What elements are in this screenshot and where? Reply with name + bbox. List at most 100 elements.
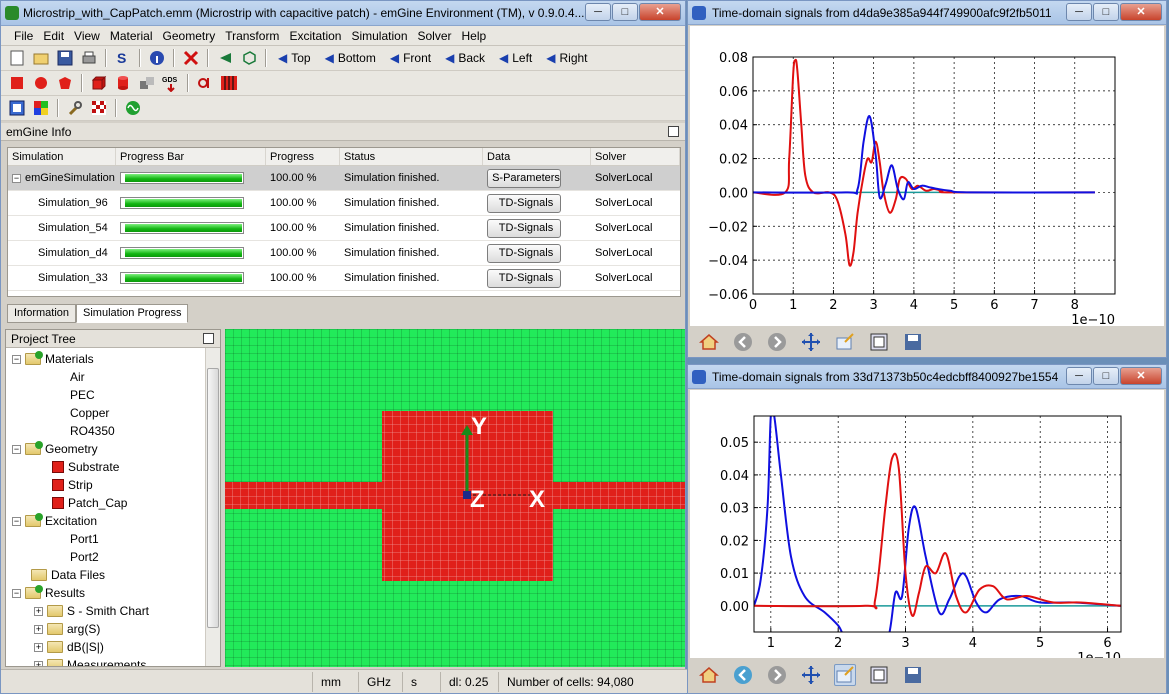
td-signals-button[interactable]: TD-Signals (487, 243, 561, 263)
wrench-icon[interactable] (65, 98, 85, 118)
table-row[interactable]: − emGineSimulation 100.00 % Simulation fini… (8, 166, 680, 191)
menu-material[interactable]: Material (105, 29, 158, 43)
expand-icon[interactable]: + (34, 660, 43, 666)
tree-measurements[interactable]: + Measurements (34, 656, 146, 666)
tree-port1[interactable]: Port1 (70, 530, 99, 548)
tree-db-s[interactable]: + dB(|S|) (34, 638, 104, 656)
menu-file[interactable]: File (9, 29, 38, 43)
view-bottom-button[interactable]: ◀ Bottom (320, 51, 381, 65)
view-top-button[interactable]: ◀ Top (273, 51, 316, 65)
simulation-name-cell[interactable]: Simulation_96 (8, 197, 116, 209)
forward-icon[interactable] (766, 664, 788, 686)
menu-transform[interactable]: Transform (220, 29, 284, 43)
tree-geometry[interactable]: − Geometry (12, 440, 98, 458)
save-icon[interactable] (55, 48, 75, 68)
td-signals-button[interactable]: TD-Signals (487, 218, 561, 238)
col-status[interactable]: Status (340, 148, 483, 165)
gds-import-icon[interactable]: GDS (161, 73, 181, 93)
table-row[interactable]: Simulation_33 100.00 % Simulation finished… (8, 266, 680, 291)
panel-float-button[interactable] (203, 333, 214, 344)
maximize-button[interactable]: □ (1093, 3, 1119, 21)
home-icon[interactable] (698, 331, 720, 353)
expand-icon[interactable]: + (34, 606, 43, 616)
collapse-icon[interactable]: − (12, 174, 21, 183)
delete-icon[interactable] (181, 48, 201, 68)
port-icon[interactable] (195, 73, 215, 93)
s-parameters-button[interactable]: S-Parameters (487, 168, 561, 188)
tree-smith-chart[interactable]: + S - Smith Chart (34, 602, 149, 620)
menu-view[interactable]: View (69, 29, 105, 43)
forward-icon[interactable] (766, 331, 788, 353)
plot-window-2-titlebar[interactable]: Time-domain signals from 33d71373b50c4ed… (688, 365, 1166, 389)
boolean-icon[interactable] (137, 73, 157, 93)
col-solver[interactable]: Solver (591, 148, 680, 165)
plot-1-figure[interactable]: 0 1 2 3 4 5 6 7 8 −0.06 −0.04 −0.02 0.00 0.02 0.04 0.06… (690, 26, 1164, 328)
signal-icon[interactable] (123, 98, 143, 118)
tree-copper[interactable]: Copper (70, 404, 109, 422)
info-icon[interactable] (147, 48, 167, 68)
scrollbar-thumb[interactable] (207, 368, 219, 628)
minimize-button[interactable]: ─ (1066, 367, 1092, 385)
close-button[interactable]: ✕ (1120, 3, 1162, 21)
simulation-name-cell[interactable]: Simulation_d4 (8, 247, 116, 259)
menu-edit[interactable]: Edit (38, 29, 69, 43)
tree-strip[interactable]: Strip (52, 476, 93, 494)
script-icon[interactable]: S (113, 48, 133, 68)
close-button[interactable]: ✕ (639, 3, 681, 21)
collapse-icon[interactable]: − (12, 516, 21, 526)
expand-icon[interactable]: + (34, 642, 43, 652)
tree-air[interactable]: Air (70, 368, 85, 386)
simulation-name-cell[interactable]: Simulation_33 (8, 272, 116, 284)
panel-float-button[interactable] (668, 126, 679, 137)
col-data[interactable]: Data (483, 148, 591, 165)
col-progress-bar[interactable]: Progress Bar (116, 148, 266, 165)
maximize-button[interactable]: □ (612, 3, 638, 21)
minimize-button[interactable]: ─ (585, 3, 611, 21)
col-simulation[interactable]: Simulation (8, 148, 116, 165)
back-icon[interactable] (732, 664, 754, 686)
save-figure-icon[interactable] (902, 331, 924, 353)
close-button[interactable]: ✕ (1120, 367, 1162, 385)
menu-solver[interactable]: Solver (413, 29, 457, 43)
menu-geometry[interactable]: Geometry (158, 29, 221, 43)
td-signals-button[interactable]: TD-Signals (487, 268, 561, 288)
home-icon[interactable] (698, 664, 720, 686)
tree-substrate[interactable]: Substrate (52, 458, 119, 476)
table-row[interactable]: Simulation_d4 100.00 % Simulation finished… (8, 241, 680, 266)
pan-icon[interactable] (800, 664, 822, 686)
pan-icon[interactable] (800, 331, 822, 353)
table-row[interactable]: Simulation_54 100.00 % Simulation finished… (8, 216, 680, 241)
menu-simulation[interactable]: Simulation (346, 29, 412, 43)
subplots-icon[interactable] (868, 331, 890, 353)
save-figure-icon[interactable] (902, 664, 924, 686)
tab-simulation-progress[interactable]: Simulation Progress (76, 304, 189, 323)
cylinder-icon[interactable] (113, 73, 133, 93)
checker-icon[interactable] (89, 98, 109, 118)
view-front-button[interactable]: ◀ Front (385, 51, 436, 65)
rectangle-icon[interactable] (7, 73, 27, 93)
zoom-rect-icon[interactable] (834, 664, 856, 686)
tree-data-files[interactable]: Data Files (31, 566, 105, 584)
tree-patch-cap[interactable]: Patch_Cap (52, 494, 127, 512)
menu-excitation[interactable]: Excitation (284, 29, 346, 43)
tree-ro4350[interactable]: RO4350 (70, 422, 115, 440)
minimize-button[interactable]: ─ (1066, 3, 1092, 21)
menu-help[interactable]: Help (457, 29, 492, 43)
expand-icon[interactable]: + (34, 624, 43, 634)
tree-materials[interactable]: − Materials (12, 350, 94, 368)
view-left-button[interactable]: ◀ Left (494, 51, 537, 65)
main-titlebar[interactable]: Microstrip_with_CapPatch.emm (Microstrip… (1, 1, 685, 26)
tree-scrollbar[interactable] (205, 348, 220, 666)
td-signals-button[interactable]: TD-Signals (487, 193, 561, 213)
col-progress[interactable]: Progress (266, 148, 340, 165)
collapse-icon[interactable]: − (12, 588, 21, 598)
circle-icon[interactable] (31, 73, 51, 93)
geometry-viewport[interactable]: Y Z X (225, 329, 685, 667)
mesh-icon[interactable] (219, 73, 239, 93)
print-icon[interactable] (79, 48, 99, 68)
maximize-button[interactable]: □ (1093, 367, 1119, 385)
frame-icon[interactable] (7, 98, 27, 118)
zoom-rect-icon[interactable] (834, 331, 856, 353)
plot-window-1-titlebar[interactable]: Time-domain signals from d4da9e385a944f7… (688, 1, 1166, 25)
tree-results[interactable]: − Results (12, 584, 85, 602)
